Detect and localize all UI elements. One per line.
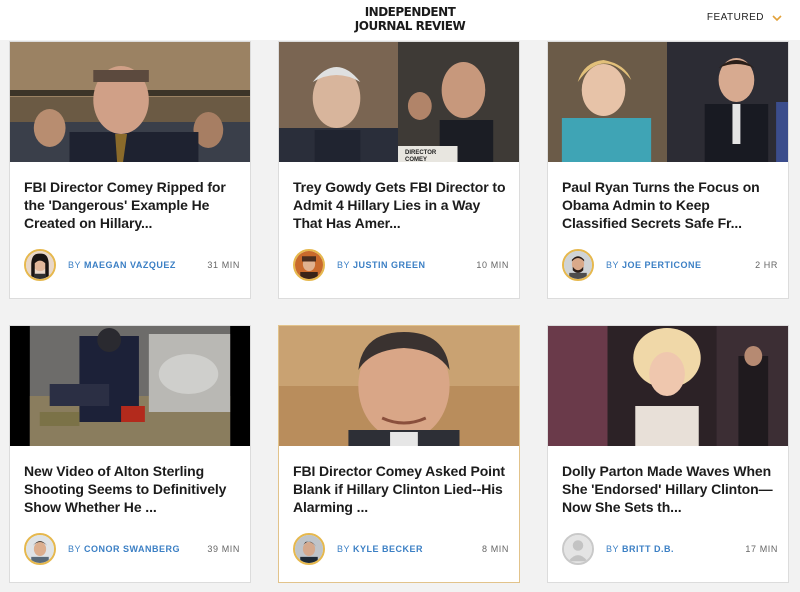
article-card[interactable]: Dolly Parton Made Waves When She 'Endors… (547, 325, 789, 583)
article-time: 31 MIN (207, 260, 240, 270)
article-card[interactable]: FBI Director Comey Asked Point Blank if … (278, 325, 520, 583)
article-title[interactable]: New Video of Alton Sterling Shooting See… (24, 462, 238, 516)
avatar[interactable] (562, 533, 594, 565)
article-time: 39 MIN (207, 544, 240, 554)
article-time: 2 HR (755, 260, 778, 270)
author-link[interactable]: BY MAEGAN VAZQUEZ (68, 260, 207, 270)
article-image[interactable] (548, 42, 788, 162)
byline-prefix: BY (606, 544, 620, 554)
avatar[interactable] (24, 249, 56, 281)
logo-line-2: JOURNAL REVIEW (354, 19, 466, 33)
avatar[interactable] (562, 249, 594, 281)
article-byline: BY MAEGAN VAZQUEZ 31 MIN (24, 246, 240, 284)
author-name: JOE PERTICONE (622, 260, 702, 270)
article-card[interactable]: Paul Ryan Turns the Focus on Obama Admin… (547, 41, 789, 299)
site-logo[interactable]: INDEPENDENT JOURNAL REVIEW (340, 5, 480, 33)
author-name: JUSTIN GREEN (353, 260, 426, 270)
article-card[interactable]: FBI Director Comey Ripped for the 'Dange… (9, 41, 251, 299)
article-time: 8 MIN (481, 544, 509, 554)
author-link[interactable]: BY JOE PERTICONE (606, 260, 755, 270)
article-byline: BY BRITT D.B. 17 MIN (562, 530, 778, 568)
article-card[interactable]: DIRECTOR COMEY Trey Gowdy Gets FBI Direc… (278, 41, 520, 299)
chevron-down-icon (772, 14, 782, 21)
author-link[interactable]: BY JUSTIN GREEN (337, 260, 476, 270)
author-name: CONOR SWANBERG (84, 544, 181, 554)
article-image[interactable] (10, 326, 250, 446)
article-title[interactable]: Dolly Parton Made Waves When She 'Endors… (562, 462, 776, 516)
top-bar: INDEPENDENT JOURNAL REVIEW FEATURED (0, 0, 800, 40)
byline-prefix: BY (606, 260, 620, 270)
article-image[interactable] (10, 42, 250, 162)
article-time: 10 MIN (476, 260, 509, 270)
article-title[interactable]: FBI Director Comey Ripped for the 'Dange… (24, 178, 238, 232)
avatar[interactable] (24, 533, 56, 565)
logo-line-1: INDEPENDENT (364, 5, 456, 19)
article-image[interactable] (548, 326, 788, 446)
image-caption: DIRECTOR COMEY (405, 150, 437, 162)
byline-prefix: BY (337, 544, 351, 554)
featured-label: FEATURED (706, 12, 764, 23)
author-name: MAEGAN VAZQUEZ (84, 260, 176, 270)
byline-prefix: BY (68, 260, 82, 270)
author-link[interactable]: BY KYLE BECKER (337, 544, 482, 554)
article-title[interactable]: Paul Ryan Turns the Focus on Obama Admin… (562, 178, 776, 232)
article-byline: BY JOE PERTICONE 2 HR (562, 246, 778, 284)
article-byline: BY JUSTIN GREEN 10 MIN (293, 246, 509, 284)
avatar[interactable] (293, 249, 325, 281)
author-link[interactable]: BY CONOR SWANBERG (68, 544, 207, 554)
article-byline: BY KYLE BECKER 8 MIN (293, 530, 509, 568)
article-title[interactable]: Trey Gowdy Gets FBI Director to Admit 4 … (293, 178, 507, 232)
featured-dropdown[interactable]: FEATURED (707, 12, 782, 23)
article-byline: BY CONOR SWANBERG 39 MIN (24, 530, 240, 568)
author-name: BRITT D.B. (622, 544, 675, 554)
author-link[interactable]: BY BRITT D.B. (606, 544, 745, 554)
author-name: KYLE BECKER (353, 544, 424, 554)
article-title[interactable]: FBI Director Comey Asked Point Blank if … (293, 462, 507, 516)
article-image[interactable] (279, 326, 519, 446)
byline-prefix: BY (68, 544, 82, 554)
default-user-icon (564, 535, 592, 563)
article-image[interactable]: DIRECTOR COMEY (279, 42, 519, 162)
article-card[interactable]: New Video of Alton Sterling Shooting See… (9, 325, 251, 583)
article-time: 17 MIN (745, 544, 778, 554)
byline-prefix: BY (337, 260, 351, 270)
avatar[interactable] (293, 533, 325, 565)
